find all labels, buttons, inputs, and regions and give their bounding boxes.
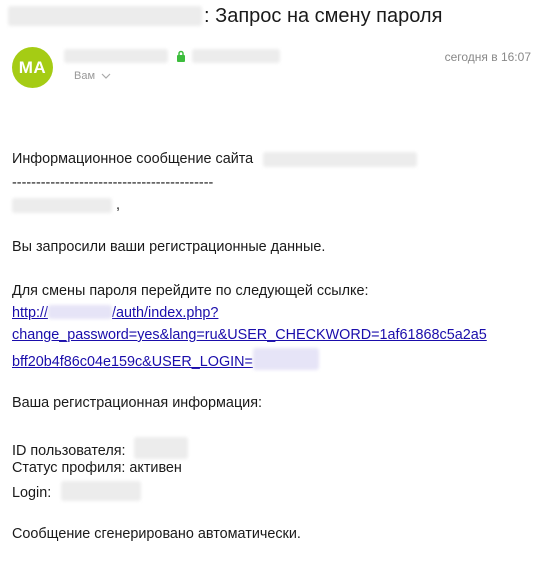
reset-link-line3: bff20b4f86c04e159c&USER_LOGIN=: [12, 348, 319, 370]
reset-link-line2: change_password=yes&lang=ru&USER_CHECKWO…: [12, 326, 487, 344]
redacted-domain: [48, 305, 112, 319]
greeting-line: ,: [12, 196, 120, 214]
reset-link-part2[interactable]: change_password=yes&lang=ru&USER_CHECKWO…: [12, 327, 487, 343]
redacted-user-id: [133, 437, 188, 459]
email-subject: : Запрос на смену пароля: [8, 4, 442, 28]
intro-text: Информационное сообщение сайта: [12, 151, 254, 167]
chevron-down-icon: [101, 73, 111, 79]
sender-row[interactable]: [64, 47, 280, 65]
auto-generated-note: Сообщение сгенерировано автоматически.: [12, 526, 301, 542]
reset-link-part3[interactable]: bff20b4f86c04e159c&USER_LOGIN=: [12, 348, 319, 370]
change-prompt: Для смены пароля перейдите по следующей …: [12, 283, 369, 299]
login-label: Login:: [12, 485, 52, 501]
to-label: Вам: [74, 70, 96, 82]
email-date: сегодня в 16:07: [444, 50, 531, 64]
user-id-line: ID пользователя:: [12, 437, 188, 459]
avatar-initials: MA: [18, 57, 47, 77]
redacted-site: [263, 151, 418, 167]
divider-line: ----------------------------------------…: [12, 175, 214, 191]
greeting-suffix: ,: [116, 197, 120, 213]
link-suffix: /auth/index.php?: [112, 305, 219, 321]
user-id-label: ID пользователя:: [12, 443, 126, 459]
link-login-prefix: bff20b4f86c04e159c&USER_LOGIN=: [12, 354, 253, 370]
redacted-sender-email: [192, 49, 280, 63]
reg-info-heading: Ваша регистрационная информация:: [12, 395, 263, 411]
reset-link-part1[interactable]: http:// /auth/index.php?: [12, 305, 218, 321]
sender-avatar[interactable]: MA: [12, 47, 53, 88]
login-line: Login:: [12, 481, 142, 501]
subject-text: : Запрос на смену пароля: [204, 4, 443, 27]
status-line: Статус профиля: активен: [12, 460, 182, 476]
redacted-login-value: [61, 481, 142, 501]
redacted-sender-name: [64, 49, 168, 63]
link-prefix: http://: [12, 305, 48, 321]
lock-icon: [177, 50, 185, 62]
reset-link-line1: http:// /auth/index.php?: [12, 304, 218, 322]
intro-line: Информационное сообщение сайта: [12, 150, 418, 168]
redacted-login: [252, 348, 319, 370]
redacted-sitename: [8, 6, 202, 26]
requested-text: Вы запросили ваши регистрационные данные…: [12, 239, 326, 255]
redacted-username: [12, 197, 112, 213]
recipient-toggle[interactable]: Вам: [74, 70, 111, 82]
